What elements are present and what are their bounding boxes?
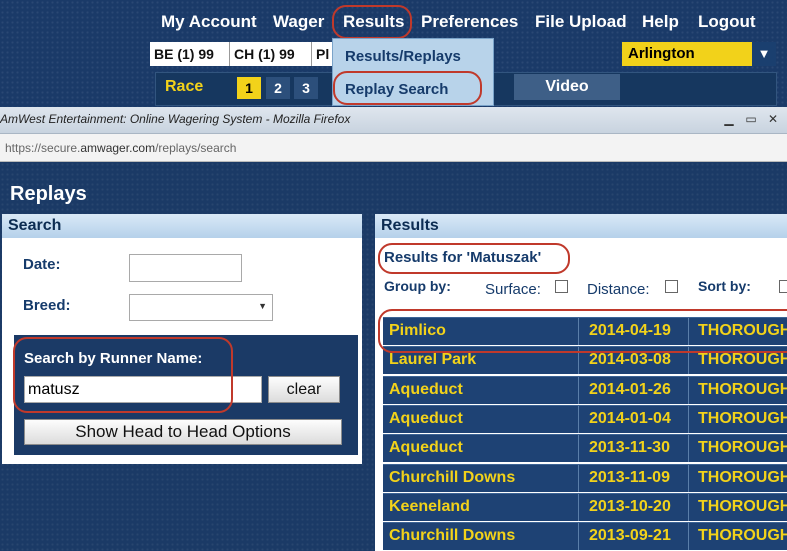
result-row[interactable]: Churchill Downs 2013-09-21 THOROUGH	[383, 522, 787, 551]
address-bar[interactable]: https://secure.amwager.com/replays/searc…	[0, 134, 787, 162]
result-row[interactable]: Pimlico 2014-04-19 THOROUGH	[383, 317, 787, 345]
distance-label: Distance:	[587, 281, 650, 298]
race-number-button[interactable]: 1	[237, 77, 261, 99]
result-date: 2014-01-04	[589, 409, 671, 427]
minimize-icon[interactable]: ▁	[718, 111, 740, 127]
chevron-down-icon[interactable]: ▼	[752, 42, 776, 66]
runner-name-label: Search by Runner Name:	[24, 350, 203, 367]
result-track[interactable]: Pimlico	[389, 322, 446, 340]
race-number-button[interactable]: 3	[294, 77, 318, 99]
chevron-down-icon: ▼	[258, 301, 267, 311]
search-panel: Search Date: Breed: ▼ Search by Runner N…	[2, 214, 362, 464]
breed-label: Breed:	[23, 297, 71, 314]
column-divider	[578, 376, 579, 404]
column-divider	[688, 493, 689, 521]
result-track[interactable]: Aqueduct	[389, 410, 463, 428]
results-dropdown-menu: Results/Replays Replay Search	[332, 38, 494, 106]
result-breed: THOROUGH	[698, 322, 787, 339]
sort-checkbox[interactable]	[779, 280, 787, 293]
result-breed: THOROUGH	[698, 380, 787, 398]
result-date: 2014-01-26	[589, 380, 671, 398]
nav-my-account[interactable]: My Account	[161, 12, 257, 32]
result-date: 2014-04-19	[589, 322, 671, 339]
browser-title-bar: AmWest Entertainment: Online Wagering Sy…	[0, 107, 787, 134]
column-divider	[688, 405, 689, 433]
result-date: 2013-09-21	[589, 527, 671, 545]
column-divider	[578, 523, 579, 551]
url-text: https://secure.amwager.com/replays/searc…	[5, 141, 237, 155]
result-breed: THOROUGH	[698, 527, 787, 545]
column-divider	[578, 347, 579, 375]
result-row[interactable]: Aqueduct 2014-01-04 THOROUGH	[383, 404, 787, 433]
maximize-icon[interactable]: ▭	[740, 111, 762, 127]
result-row[interactable]: Churchill Downs 2013-11-09 THOROUGH	[383, 463, 787, 492]
result-date: 2013-11-09	[589, 468, 670, 486]
column-divider	[578, 318, 579, 345]
breed-select[interactable]: ▼	[129, 294, 273, 321]
runner-name-input[interactable]: matusz	[24, 376, 262, 403]
result-row[interactable]: Keeneland 2013-10-20 THOROUGH	[383, 492, 787, 521]
result-track[interactable]: Laurel Park	[389, 351, 476, 369]
search-panel-header: Search	[2, 214, 362, 238]
nav-file-upload[interactable]: File Upload	[535, 12, 627, 32]
top-nav: My Account Wager Results Preferences Fil…	[0, 8, 787, 36]
result-breed: THOROUGH	[698, 468, 787, 486]
nav-preferences[interactable]: Preferences	[421, 12, 518, 32]
nav-wager[interactable]: Wager	[273, 12, 324, 32]
date-input[interactable]	[129, 254, 242, 282]
result-row[interactable]: Aqueduct 2014-01-26 THOROUGH	[383, 375, 787, 404]
result-date: 2014-03-08	[589, 351, 671, 369]
column-divider	[688, 523, 689, 551]
menu-item-replay-search[interactable]: Replay Search	[345, 81, 448, 98]
result-breed: THOROUGH	[698, 497, 787, 515]
menu-item-results-replays[interactable]: Results/Replays	[345, 48, 461, 65]
result-track[interactable]: Churchill Downs	[389, 469, 515, 487]
column-divider	[688, 318, 689, 345]
surface-label: Surface:	[485, 281, 541, 298]
video-button[interactable]: Video	[514, 74, 620, 100]
odds-cell: CH (1) 99	[230, 42, 312, 66]
head-to-head-button[interactable]: Show Head to Head Options	[24, 419, 342, 445]
close-icon[interactable]: ✕	[762, 111, 784, 127]
result-breed: THOROUGH	[698, 351, 787, 369]
distance-checkbox[interactable]	[665, 280, 678, 293]
result-row[interactable]: Aqueduct 2013-11-30 THOROUGH	[383, 434, 787, 463]
nav-logout[interactable]: Logout	[698, 12, 756, 32]
column-divider	[688, 464, 689, 492]
group-by-label: Group by:	[384, 278, 451, 294]
column-divider	[688, 347, 689, 375]
result-track[interactable]: Keeneland	[389, 498, 470, 516]
column-divider	[578, 435, 579, 463]
clear-button[interactable]: clear	[268, 376, 340, 403]
sort-by-label: Sort by:	[698, 278, 751, 294]
nav-help[interactable]: Help	[642, 12, 679, 32]
result-date: 2013-10-20	[589, 497, 671, 515]
result-breed: THOROUGH	[698, 439, 787, 457]
result-date: 2013-11-30	[589, 439, 670, 457]
race-label: Race	[165, 78, 204, 95]
result-track[interactable]: Churchill Downs	[389, 527, 515, 545]
column-divider	[578, 464, 579, 492]
runner-search-box: Search by Runner Name: matusz clear Show…	[14, 335, 358, 455]
nav-results[interactable]: Results	[343, 12, 404, 32]
window-title: AmWest Entertainment: Online Wagering Sy…	[0, 112, 351, 126]
result-track[interactable]: Aqueduct	[389, 439, 463, 457]
column-divider	[578, 405, 579, 433]
results-for-label: Results for 'Matuszak'	[384, 249, 542, 266]
column-divider	[688, 435, 689, 463]
result-track[interactable]: Aqueduct	[389, 381, 463, 399]
odds-cell: BE (1) 99	[150, 42, 230, 66]
results-panel-header: Results	[375, 214, 787, 238]
page-title: Replays	[10, 183, 87, 205]
surface-checkbox[interactable]	[555, 280, 568, 293]
column-divider	[578, 493, 579, 521]
date-label: Date:	[23, 256, 61, 273]
result-row[interactable]: Laurel Park 2014-03-08 THOROUGH	[383, 346, 787, 375]
column-divider	[688, 376, 689, 404]
result-breed: THOROUGH	[698, 409, 787, 427]
race-number-button[interactable]: 2	[266, 77, 290, 99]
results-panel: Results Results for 'Matuszak' Group by:…	[375, 214, 787, 551]
track-select[interactable]: Arlington	[622, 42, 752, 66]
